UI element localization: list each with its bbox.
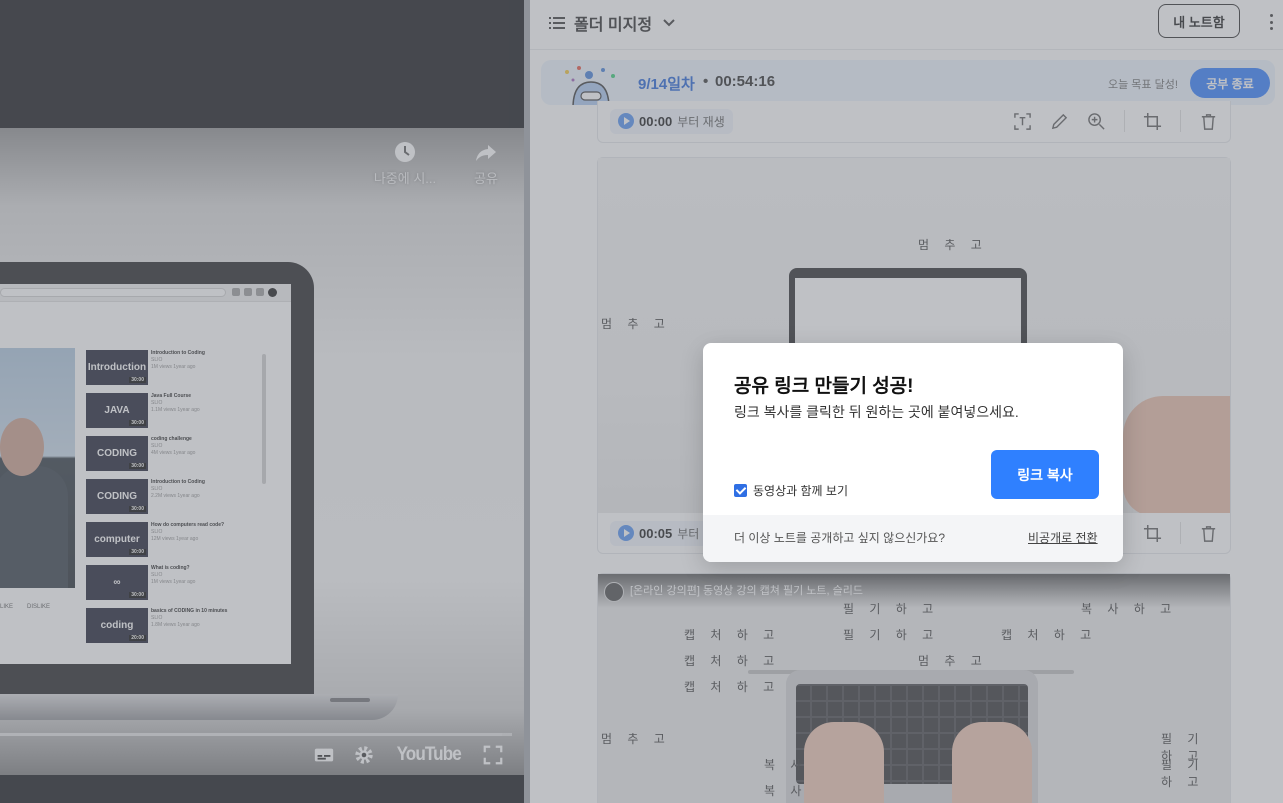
make-private-link[interactable]: 비공개로 전환 [1028, 529, 1098, 546]
copy-link-button[interactable]: 링크 복사 [991, 450, 1099, 499]
dialog-footer: 더 이상 노트를 공개하고 싶지 않으신가요? 비공개로 전환 [703, 515, 1123, 562]
share-dialog: 공유 링크 만들기 성공! 링크 복사를 클릭한 뒤 원하는 곳에 붙여넣으세요… [703, 343, 1123, 562]
dialog-description: 링크 복사를 클릭한 뒤 원하는 곳에 붙여넣으세요. [734, 404, 1019, 420]
checkbox-checked-icon[interactable] [734, 484, 747, 497]
with-video-checkbox[interactable]: 동영상과 함께 보기 [734, 482, 848, 499]
dialog-title: 공유 링크 만들기 성공! [734, 376, 914, 397]
make-private-question: 더 이상 노트를 공개하고 싶지 않으신가요? [734, 531, 946, 545]
app-root: 나중에 시... 공유 [0, 0, 1283, 803]
checkbox-label: 동영상과 함께 보기 [753, 484, 848, 498]
